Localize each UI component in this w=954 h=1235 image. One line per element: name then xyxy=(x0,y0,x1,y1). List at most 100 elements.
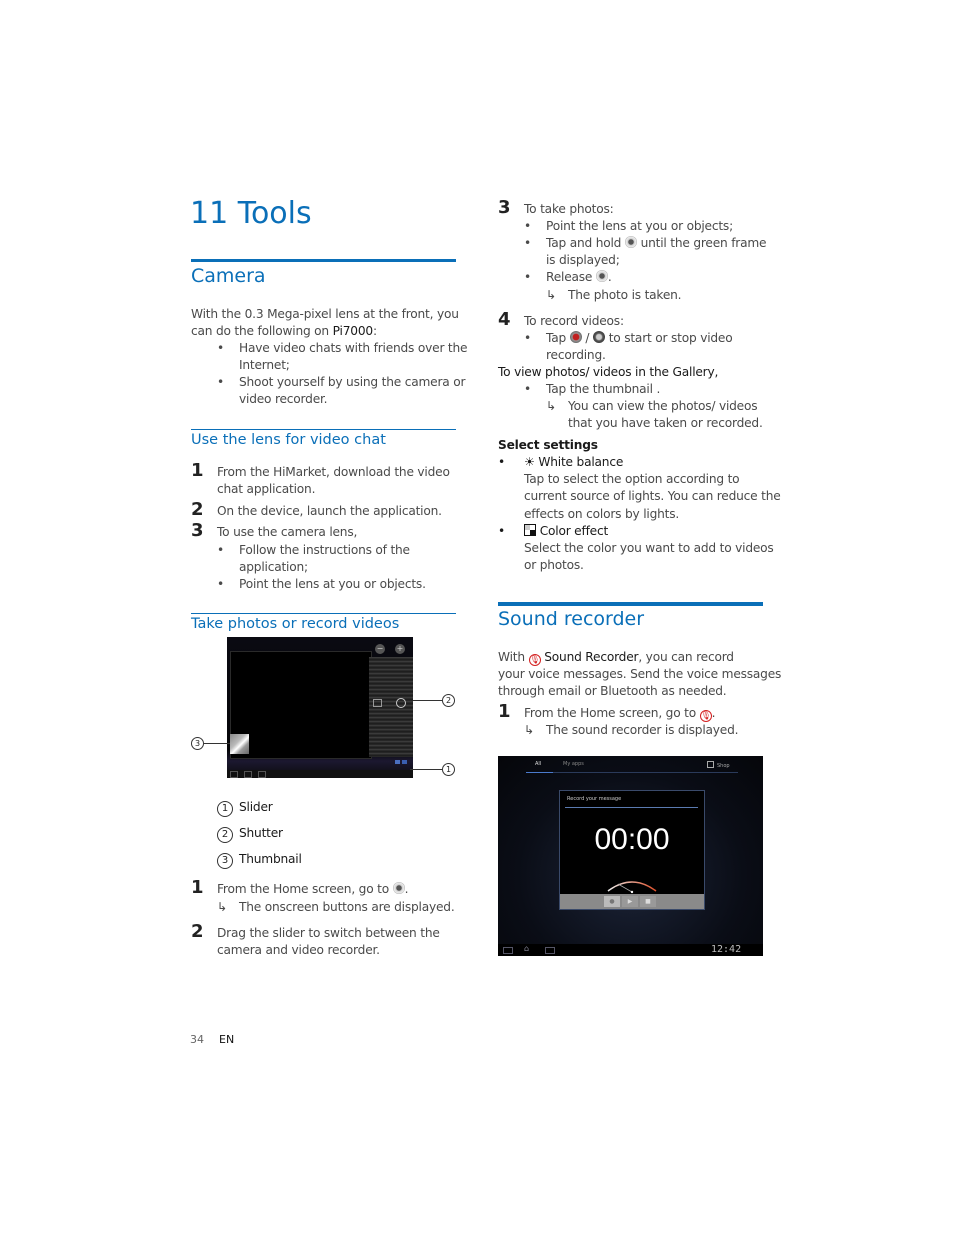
callout-line-1 xyxy=(410,769,442,770)
play-button[interactable]: ▶ xyxy=(622,896,638,907)
sun-icon: ☀ xyxy=(524,455,535,469)
shop-icon xyxy=(707,761,714,768)
color-effect-icon xyxy=(524,524,536,536)
camera-mode-icon xyxy=(395,760,400,764)
callout-line-3 xyxy=(204,743,230,744)
gallery-heading: To view photos/ videos in the Gallery, xyxy=(498,365,719,379)
camera-bullet-2: • Shoot yourself by using the camera or xyxy=(217,375,466,389)
sound-intro-line2: your voice messages. Send the voice mess… xyxy=(498,667,782,681)
step-3-bullet-2-cont: is displayed; xyxy=(546,253,620,267)
legend-thumbnail: 3 Thumbnail xyxy=(217,851,302,869)
subsection-divider xyxy=(191,613,456,614)
color-effect-desc-1: Select the color you want to add to vide… xyxy=(524,541,774,555)
result-arrow-icon: ↳ xyxy=(217,900,228,914)
camera-intro-line2: can do the following on Pi7000: xyxy=(191,324,377,338)
sound-intro-line3: through email or Bluetooth as needed. xyxy=(498,684,727,698)
callout-line-2 xyxy=(413,700,442,701)
result-arrow-icon: ↳ xyxy=(524,723,535,737)
setting-color-effect: • Color effect xyxy=(498,524,609,538)
record-button[interactable]: ● xyxy=(604,896,620,907)
settings-icon[interactable] xyxy=(373,699,382,707)
recent-apps-icon[interactable] xyxy=(545,947,555,954)
microphone-icon: 🎙 xyxy=(528,654,541,666)
dialog-title: Record your message xyxy=(567,796,622,802)
thumbnail[interactable] xyxy=(230,734,249,754)
camera-screenshot: − + xyxy=(227,637,413,778)
back-icon[interactable] xyxy=(230,771,238,778)
sound-intro-line1: With 🎙 Sound Recorder, you can record xyxy=(498,650,734,666)
take-photos-step-2-cont: camera and video recorder. xyxy=(217,943,380,957)
gallery-bullet-1: • Tap the thumbnail . xyxy=(524,382,661,396)
take-photos-heading: Take photos or record videos xyxy=(191,616,400,632)
tab-my-apps[interactable]: My apps xyxy=(563,761,584,767)
tab-indicator xyxy=(526,772,553,773)
page-language: EN xyxy=(219,1033,235,1046)
back-icon[interactable] xyxy=(503,947,513,954)
shop-button[interactable]: Shop xyxy=(707,761,730,769)
camera-app-icon xyxy=(392,882,405,894)
result-arrow-icon: ↳ xyxy=(546,399,557,413)
gallery-result: ↳ You can view the photos/ videos xyxy=(546,399,758,413)
shutter-icon[interactable] xyxy=(396,698,406,708)
video-chat-step-2: 2 On the device, launch the application. xyxy=(191,499,442,520)
home-icon[interactable]: ⌂ xyxy=(524,945,533,953)
result-arrow-icon: ↳ xyxy=(546,288,557,302)
video-chat-bullet-2: • Point the lens at you or objects. xyxy=(217,577,426,591)
take-photos-step-3: 3 To take photos: xyxy=(498,197,614,218)
system-bar xyxy=(227,770,413,778)
subsection-divider xyxy=(191,429,456,430)
recent-apps-icon[interactable] xyxy=(258,771,266,778)
shutter-icon xyxy=(595,270,608,282)
take-photos-step-1: 1 From the Home screen, go to . xyxy=(191,877,409,898)
white-balance-desc-1: Tap to select the option according to xyxy=(524,472,740,486)
callout-1: 1 xyxy=(442,763,455,776)
microphone-icon: 🎙 xyxy=(699,710,712,722)
chapter-title: 11 Tools xyxy=(190,196,312,231)
record-dialog: Record your message 00:00 ● ▶ ■ xyxy=(559,790,705,910)
legend-slider: 1 Slider xyxy=(217,799,273,817)
status-clock: 12:42 xyxy=(711,944,742,955)
camera-intro-line1: With the 0.3 Mega-pixel lens at the fron… xyxy=(191,307,459,321)
take-photos-step-4: 4 To record videos: xyxy=(498,309,624,330)
white-balance-desc-3: effects on colors by lights. xyxy=(524,507,680,521)
step-3-result: ↳ The photo is taken. xyxy=(546,288,682,302)
video-chat-bullet-1: • Follow the instructions of the xyxy=(217,543,410,557)
white-balance-desc-2: current source of lights. You can reduce… xyxy=(524,489,781,503)
sound-recorder-screenshot: All My apps Shop Record your message 00:… xyxy=(498,756,763,956)
sound-recorder-heading: Sound recorder xyxy=(498,608,645,630)
video-chat-step-1: 1 From the HiMarket, download the video xyxy=(191,460,450,481)
settings-heading: Select settings xyxy=(498,438,598,452)
slider-icon[interactable] xyxy=(402,760,407,764)
camera-bullet-1: • Have video chats with friends over the xyxy=(217,341,468,355)
timer-display: 00:00 xyxy=(594,823,670,856)
dialog-divider xyxy=(565,807,698,808)
setting-white-balance: • ☀ White balance xyxy=(498,455,624,469)
video-chat-step-1-cont: chat application. xyxy=(217,482,316,496)
camera-control-panel xyxy=(369,657,413,757)
sound-step-1-result: ↳ The sound recorder is displayed. xyxy=(524,723,739,737)
video-chat-heading: Use the lens for video chat xyxy=(191,432,386,448)
camera-heading: Camera xyxy=(191,265,266,287)
stop-button[interactable]: ■ xyxy=(640,896,656,907)
camera-bullet-1-cont: Internet; xyxy=(239,358,290,372)
stop-icon xyxy=(593,331,605,343)
tab-underline xyxy=(553,772,738,773)
page-number: 34 xyxy=(190,1033,204,1046)
home-icon[interactable] xyxy=(244,771,252,778)
level-meter xyxy=(607,881,657,894)
camera-bullet-2-cont: video recorder. xyxy=(239,392,328,406)
step-3-bullet-3: • Release . xyxy=(524,270,612,284)
sound-step-1: 1 From the Home screen, go to 🎙. xyxy=(498,701,716,722)
shutter-icon xyxy=(624,236,637,248)
video-chat-bullet-1-cont: application; xyxy=(239,560,308,574)
zoom-in-icon[interactable]: + xyxy=(395,644,405,654)
take-photos-step-1-result: ↳ The onscreen buttons are displayed. xyxy=(217,900,455,914)
tab-all[interactable]: All xyxy=(535,761,541,767)
section-divider xyxy=(191,259,456,262)
legend-shutter: 2 Shutter xyxy=(217,825,283,843)
step-3-bullet-2: • Tap and hold until the green frame xyxy=(524,236,767,250)
zoom-out-icon[interactable]: − xyxy=(375,644,385,654)
model-name: Pi7000 xyxy=(332,324,373,338)
video-chat-step-3: 3 To use the camera lens, xyxy=(191,520,358,541)
callout-3: 3 xyxy=(191,737,204,750)
